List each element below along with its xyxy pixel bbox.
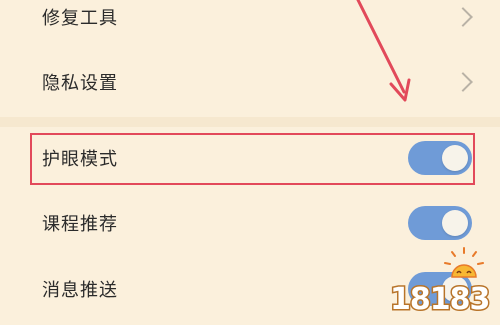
settings-item-label: 课程推荐 [42,214,118,235]
highlight-annotation-box [30,133,475,185]
watermark-logo: 18183 [388,247,494,319]
toggle-knob [442,210,468,236]
chevron-right-icon [453,72,473,92]
settings-item-privacy[interactable]: 隐私设置 [0,52,500,112]
settings-item-label: 修复工具 [42,8,118,29]
settings-screen: 修复工具 隐私设置 护眼模式 课程推荐 消息推送 18183 [0,0,500,325]
sun-icon [444,247,484,278]
settings-item-course-recommend: 课程推荐 [0,193,500,253]
course-recommend-toggle[interactable] [408,206,472,240]
settings-item-label: 隐私设置 [42,73,118,94]
settings-item-label: 消息推送 [42,280,118,301]
chevron-right-icon [453,7,473,27]
settings-item-repair-tools[interactable]: 修复工具 [0,0,500,47]
watermark-text: 18183 [388,281,491,319]
section-divider [0,117,500,127]
